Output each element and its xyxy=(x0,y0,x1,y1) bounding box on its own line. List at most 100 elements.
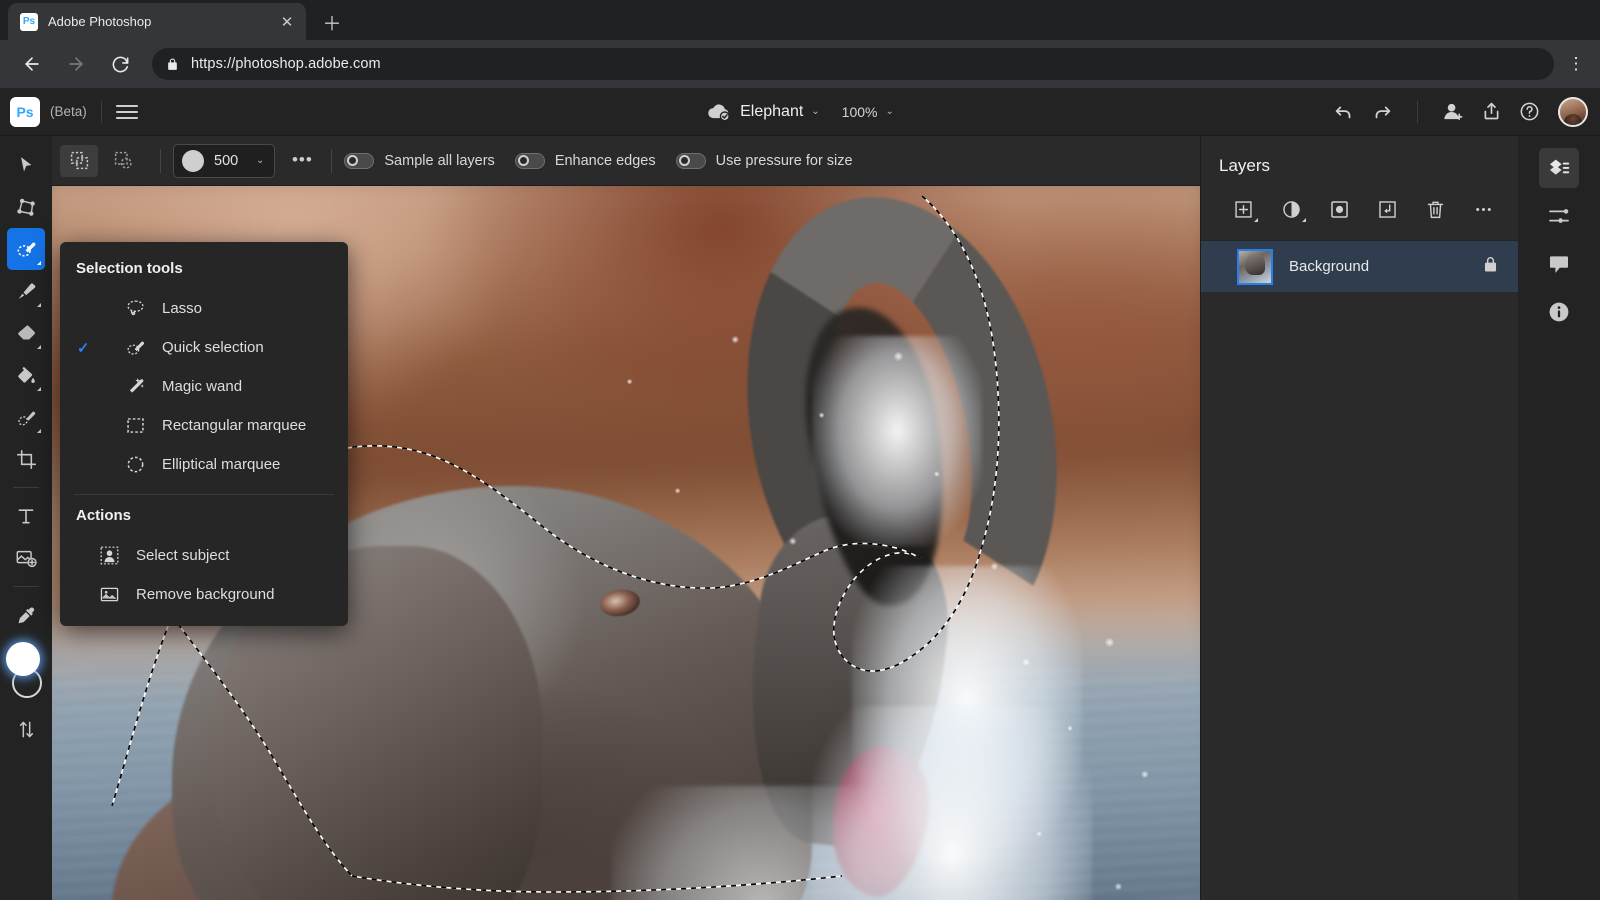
comments-panel-button[interactable] xyxy=(1539,244,1579,284)
browser-tab[interactable]: Ps Adobe Photoshop ✕ xyxy=(8,3,306,40)
layers-panel-button[interactable] xyxy=(1539,148,1579,188)
clipping-mask-button[interactable] xyxy=(1363,194,1411,224)
redo-button[interactable] xyxy=(1365,95,1399,129)
water-droplets-right xyxy=(982,616,1200,900)
url-text: https://photoshop.adobe.com xyxy=(191,56,381,72)
brush-tool[interactable] xyxy=(7,270,45,312)
tools-sidebar xyxy=(0,136,52,900)
adjustments-panel-button[interactable] xyxy=(1539,196,1579,236)
back-icon[interactable] xyxy=(16,48,48,80)
cloud-saved-icon xyxy=(708,103,730,121)
enhance-edges-toggle[interactable] xyxy=(514,152,545,169)
rectangular-marquee-icon xyxy=(122,415,148,436)
foreground-color-swatch[interactable] xyxy=(6,642,40,676)
close-icon[interactable]: ✕ xyxy=(276,11,298,33)
main-menu-icon[interactable] xyxy=(115,104,138,119)
quick-selection-icon xyxy=(122,337,148,358)
address-bar[interactable]: https://photoshop.adobe.com xyxy=(152,48,1554,80)
invite-button[interactable] xyxy=(1436,95,1470,129)
layer-thumbnail xyxy=(1237,248,1273,285)
reload-icon[interactable] xyxy=(104,48,136,80)
browser-menu-icon[interactable]: ⋮ xyxy=(1562,55,1590,72)
brush-size-control[interactable]: 500 ⌄ xyxy=(173,143,276,178)
menu-item-remove-background[interactable]: Remove background xyxy=(60,575,348,614)
sample-all-layers-toggle[interactable] xyxy=(344,152,375,169)
new-tab-icon[interactable]: ＋ xyxy=(318,8,346,36)
adjustment-flyout-indicator xyxy=(1302,218,1306,222)
flyout-section-title-selection: Selection tools xyxy=(76,260,183,277)
eraser-tool[interactable] xyxy=(7,312,45,354)
document-title: Elephant xyxy=(740,102,804,120)
help-button[interactable] xyxy=(1512,95,1546,129)
table-row[interactable]: Background xyxy=(1201,240,1518,292)
menu-item-label: Magic wand xyxy=(162,378,243,395)
menu-item-elliptical-marquee[interactable]: Elliptical marquee xyxy=(60,445,348,484)
eyedropper-tool[interactable] xyxy=(7,594,45,636)
undo-button[interactable] xyxy=(1327,95,1361,129)
menu-item-label: Lasso xyxy=(162,300,203,317)
color-swatches[interactable] xyxy=(4,642,48,704)
share-button[interactable] xyxy=(1474,95,1508,129)
info-panel-button[interactable] xyxy=(1539,292,1579,332)
crop-tool[interactable] xyxy=(7,438,45,480)
more-layer-options-button[interactable] xyxy=(1459,194,1507,224)
menu-item-rectangular-marquee[interactable]: Rectangular marquee xyxy=(60,406,348,445)
header-actions xyxy=(1327,95,1588,129)
lock-icon[interactable] xyxy=(1481,255,1500,279)
sample-all-layers-label: Sample all layers xyxy=(384,152,495,169)
zoom-chevron-down-icon[interactable]: ⌄ xyxy=(885,106,893,117)
menu-item-quick-selection[interactable]: ✓ Quick selection xyxy=(60,328,348,367)
browser-tab-strip: Ps Adobe Photoshop ✕ ＋ xyxy=(0,0,1600,40)
swap-colors-icon[interactable] xyxy=(7,708,45,750)
tool-flyout-indicator xyxy=(37,303,41,307)
healing-brush-tool[interactable] xyxy=(7,396,45,438)
toolbar-divider-1 xyxy=(13,487,39,488)
use-pressure-toggle-group: Use pressure for size xyxy=(675,152,853,169)
layers-panel-title: Layers xyxy=(1219,156,1271,175)
layer-mask-button[interactable] xyxy=(1315,194,1363,224)
place-image-tool[interactable] xyxy=(7,537,45,579)
selection-tools-flyout-menu: Selection tools Lasso ✓ Quick selection xyxy=(60,242,348,626)
add-layer-button[interactable] xyxy=(1219,194,1267,224)
beta-label: (Beta) xyxy=(50,104,87,119)
forward-icon[interactable] xyxy=(60,48,92,80)
quick-selection-tool[interactable] xyxy=(7,228,45,270)
options-divider-1 xyxy=(160,148,161,173)
menu-item-lasso[interactable]: Lasso xyxy=(60,289,348,328)
elliptical-marquee-icon xyxy=(122,454,148,475)
tool-flyout-indicator xyxy=(37,261,41,265)
avatar[interactable] xyxy=(1558,96,1588,127)
menu-item-magic-wand[interactable]: Magic wand xyxy=(60,367,348,406)
use-pressure-for-size-label: Use pressure for size xyxy=(715,152,853,169)
panel-rail xyxy=(1518,136,1600,900)
tool-options-bar: 500 ⌄ ••• Sample all layers Enhance edge… xyxy=(52,136,1200,186)
toolbar-divider-2 xyxy=(13,586,39,587)
app-header: Ps (Beta) Elephant ⌄ 100% ⌄ xyxy=(0,88,1600,136)
layers-panel: Layers Background xyxy=(1200,136,1518,900)
document-info: Elephant ⌄ 100% ⌄ xyxy=(706,102,894,122)
transform-tool[interactable] xyxy=(7,186,45,228)
menu-item-label: Elliptical marquee xyxy=(162,456,281,473)
lasso-icon xyxy=(122,298,148,319)
subtract-from-selection-button[interactable] xyxy=(104,145,142,177)
photoshop-web-app: Ps Adobe Photoshop ✕ ＋ https://photoshop… xyxy=(0,0,1600,900)
adjustment-layer-button[interactable] xyxy=(1267,194,1315,224)
add-to-selection-button[interactable] xyxy=(60,144,98,177)
remove-background-icon xyxy=(96,584,122,605)
paint-bucket-tool[interactable] xyxy=(7,354,45,396)
header-divider xyxy=(100,100,102,123)
tab-title: Adobe Photoshop xyxy=(48,14,152,29)
lock-icon xyxy=(168,58,177,70)
brush-chevron-down-icon[interactable]: ⌄ xyxy=(256,155,264,166)
flyout-divider xyxy=(74,494,334,495)
document-chevron-down-icon[interactable]: ⌄ xyxy=(811,106,819,117)
browser-toolbar: https://photoshop.adobe.com ⋮ xyxy=(0,40,1600,88)
use-pressure-for-size-toggle[interactable] xyxy=(675,152,706,169)
more-options-icon[interactable]: ••• xyxy=(285,146,319,176)
header-divider-2 xyxy=(1417,100,1418,123)
type-tool[interactable] xyxy=(7,495,45,537)
delete-layer-button[interactable] xyxy=(1411,194,1459,224)
menu-item-select-subject[interactable]: Select subject xyxy=(60,536,348,575)
move-tool[interactable] xyxy=(7,144,45,186)
photoshop-logo: Ps xyxy=(10,96,40,127)
